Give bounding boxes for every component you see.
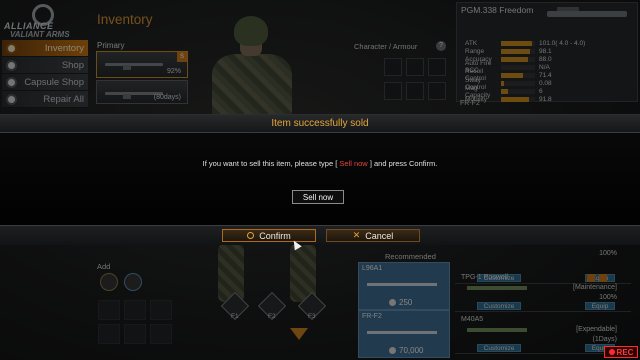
sell-confirm-dialog: Item successfully sold If you want to se… [0,114,640,245]
confirm-icon [247,232,255,239]
dialog-footer [0,225,640,245]
cancel-button[interactable]: ✕ Cancel [326,229,420,242]
game-screen: ALLIANCE VALIANT ARMS Inventory Shop Cap… [0,0,640,360]
dialog-message: If you want to sell this item, please ty… [202,159,438,168]
sell-confirmation-input[interactable] [292,190,344,204]
close-icon: ✕ [352,230,361,240]
recording-indicator: REC [604,346,638,358]
highlight-keyword: Sell now [339,159,368,168]
record-dot-icon [608,349,615,355]
confirm-button[interactable]: Confirm [222,229,316,242]
cancel-label: Cancel [365,230,394,241]
dialog-title: Item successfully sold [271,118,369,129]
confirm-label: Confirm [259,230,291,241]
